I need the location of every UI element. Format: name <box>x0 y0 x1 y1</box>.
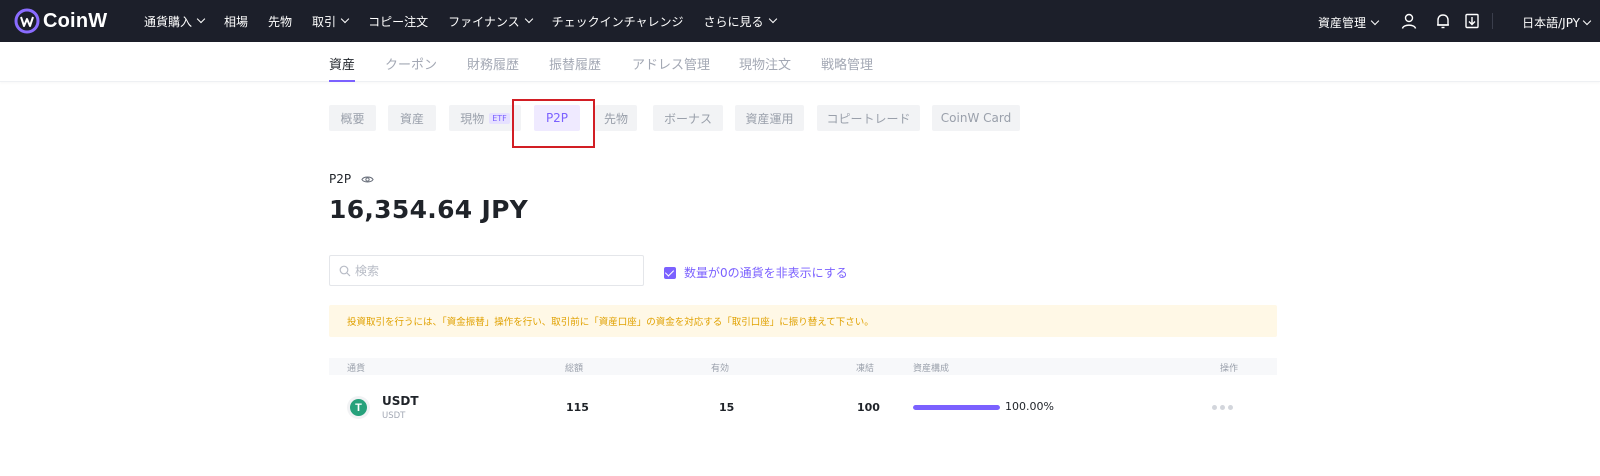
nav-item-label: 取引 <box>312 14 337 29</box>
tab-financial-history[interactable]: 財務履歴 <box>467 54 519 73</box>
category-asset-management[interactable]: 資産運用 <box>735 105 804 131</box>
active-tab-indicator <box>329 80 355 82</box>
tab-transfer-history[interactable]: 振替履歴 <box>549 54 601 73</box>
cell-available: 15 <box>719 401 735 414</box>
nav-futures[interactable]: 先物 <box>268 13 292 30</box>
tab-coupons[interactable]: クーポン <box>385 54 437 73</box>
download-icon[interactable] <box>1463 12 1481 30</box>
highlight-annotation <box>512 99 595 148</box>
header-available: 有効 <box>711 364 730 374</box>
transfer-notice: 投資取引を行うには、「資金振替」操作を行い、取引前に「資産口座」の資金を対応する… <box>329 305 1277 337</box>
hide-zero-toggle[interactable]: 数量が0の通貨を非表示にする <box>664 264 848 281</box>
usdt-coin-icon: T <box>347 396 370 419</box>
tab-strategy-management[interactable]: 戦略管理 <box>821 54 873 73</box>
category-coinw-card[interactable]: CoinW Card <box>932 105 1020 131</box>
chevron-down-icon <box>768 14 777 24</box>
search-icon <box>339 265 351 276</box>
nav-item-label: 通貨購入 <box>144 14 193 29</box>
chevron-down-icon <box>340 14 350 24</box>
nav-item-label: さらに見る <box>703 14 764 29</box>
nav-item-label: チェックインチャレンジ <box>551 14 684 29</box>
cell-total: 115 <box>566 401 589 414</box>
category-bonus[interactable]: ボーナス <box>653 105 723 131</box>
balance-label: P2P <box>329 172 352 186</box>
nav-divider <box>1492 13 1493 29</box>
coin-symbol: USDT <box>382 394 419 408</box>
header-composition: 資産構成 <box>913 364 950 374</box>
dot-icon <box>1220 405 1225 410</box>
tab-spot-orders[interactable]: 現物注文 <box>739 54 791 73</box>
user-icon[interactable] <box>1400 12 1418 30</box>
asset-subtabs: 資産 クーポン 財務履歴 振替履歴 アドレス管理 現物注文 戦略管理 <box>0 42 1600 82</box>
chevron-down-icon <box>1370 16 1380 25</box>
top-nav: CoinW 通貨購入 相場 先物 取引 コピー注文 ファイナンス チェックインチャレンジ さら… <box>0 0 1600 42</box>
coinw-logo-icon <box>14 8 40 34</box>
search-box <box>329 255 644 286</box>
nav-item-label: 相場 <box>224 14 249 29</box>
dot-icon <box>1228 405 1233 410</box>
nav-checkin-challenge[interactable]: チェックインチャレンジ <box>552 13 684 30</box>
coinw-logo[interactable]: CoinW <box>14 8 107 34</box>
table-row: T USDT USDT 115 15 100 100.00% <box>329 384 1277 430</box>
header-total: 総額 <box>565 364 584 374</box>
chevron-down-icon <box>1582 16 1592 25</box>
header-currency: 通貨 <box>347 364 366 374</box>
category-copy-trade[interactable]: コピートレード <box>817 105 920 131</box>
category-spot[interactable]: 現物 ETF <box>449 105 521 131</box>
nav-item-label: 先物 <box>268 14 293 29</box>
composition-bar-fill <box>913 405 1000 410</box>
tab-address-management[interactable]: アドレス管理 <box>632 54 710 73</box>
header-action: 操作 <box>1220 364 1239 374</box>
chevron-down-icon <box>196 14 206 24</box>
category-assets[interactable]: 資産 <box>388 105 436 131</box>
brand-name: CoinW <box>43 9 108 32</box>
hide-zero-label: 数量が0の通貨を非表示にする <box>684 266 848 280</box>
composition-percent: 100.00% <box>1005 400 1054 413</box>
nav-item-label: ファイナンス <box>448 14 520 29</box>
nav-item-label: コピー注文 <box>368 14 429 29</box>
more-actions-button[interactable] <box>1212 405 1236 410</box>
coin-subname: USDT <box>382 411 406 421</box>
nav-copy-order[interactable]: コピー注文 <box>368 13 428 30</box>
language-selector[interactable]: 日本語/JPY <box>1522 14 1592 31</box>
asset-management-label: 資産管理 <box>1317 16 1366 30</box>
nav-trade[interactable]: 取引 <box>312 13 350 30</box>
nav-finance[interactable]: ファイナンス <box>448 13 533 30</box>
category-futures[interactable]: 先物 <box>595 105 637 131</box>
cell-frozen: 100 <box>857 401 880 414</box>
composition-bar <box>913 405 1000 410</box>
etf-badge: ETF <box>489 112 510 124</box>
nav-markets[interactable]: 相場 <box>224 13 248 30</box>
nav-more[interactable]: さらに見る <box>703 13 777 30</box>
tab-assets[interactable]: 資産 <box>329 54 355 73</box>
balance-section: P2P <box>329 172 374 186</box>
main-nav: 通貨購入 相場 先物 取引 コピー注文 ファイナンス チェックインチャレンジ さらに見る <box>144 0 796 42</box>
header-frozen: 凍結 <box>856 364 875 374</box>
language-label: 日本語/JPY <box>1522 16 1580 30</box>
tether-icon: T <box>350 399 367 416</box>
category-spot-label: 現物 <box>460 111 485 126</box>
hide-zero-checkbox[interactable] <box>664 266 676 279</box>
chevron-down-icon <box>524 14 533 24</box>
balance-value: 16,354.64 JPY <box>329 195 529 224</box>
asset-management-menu[interactable]: 資産管理 <box>1317 14 1380 31</box>
bell-icon[interactable] <box>1434 12 1452 30</box>
eye-icon[interactable] <box>361 173 374 186</box>
table-header: 通貨 総額 有効 凍結 資産構成 操作 <box>329 358 1277 375</box>
dot-icon <box>1212 405 1217 410</box>
search-input[interactable] <box>355 263 635 278</box>
category-overview[interactable]: 概要 <box>329 105 376 131</box>
nav-buy-crypto[interactable]: 通貨購入 <box>144 13 206 30</box>
